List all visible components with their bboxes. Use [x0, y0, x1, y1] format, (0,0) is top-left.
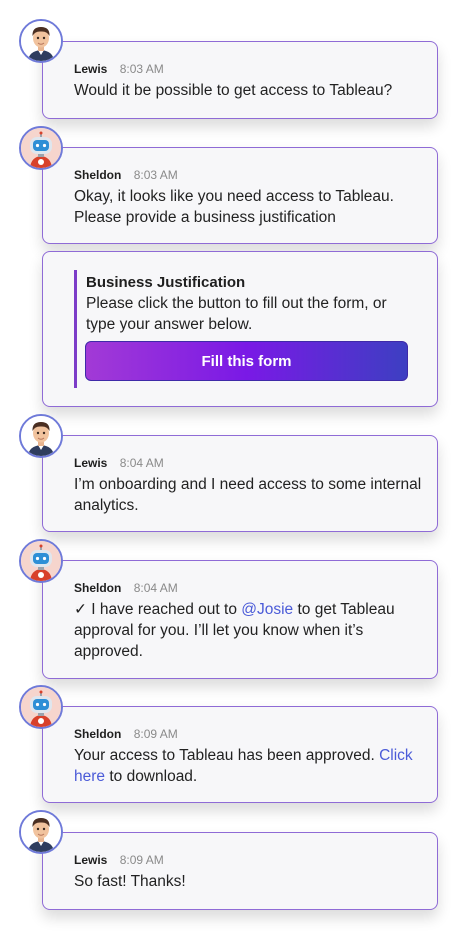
justification-title: Business Justification: [86, 274, 246, 291]
message-text-part: I have reached out to: [87, 601, 242, 618]
lewis-avatar-icon: [19, 414, 63, 458]
sender-name: Lewis: [74, 456, 108, 470]
message-card: Lewis 8:03 AM Would it be possible to ge…: [42, 41, 438, 119]
sender-name: Lewis: [74, 853, 108, 867]
message-card: Sheldon 8:04 AM ✓ I have reached out to …: [42, 560, 438, 679]
message-card: Lewis 8:04 AM I’m onboarding and I need …: [42, 435, 438, 532]
message-time: 8:03 AM: [119, 62, 164, 76]
sender-name: Lewis: [74, 62, 108, 76]
message-text: Would it be possible to get access to Ta…: [74, 82, 393, 99]
message-text-part: Your access to Tableau has been approved…: [74, 747, 380, 764]
message-text: I’m onboarding and I need access to some…: [74, 476, 422, 514]
justification-text: Please click the button to fill out the …: [86, 295, 387, 333]
message-card: Sheldon 8:03 AM Okay, it looks like you …: [42, 147, 438, 244]
robot-avatar-icon: [19, 539, 63, 583]
message-card: Lewis 8:09 AM So fast! Thanks!: [42, 832, 438, 910]
message-time: 8:09 AM: [133, 727, 178, 741]
lewis-avatar-icon: [19, 19, 63, 63]
message-card: Sheldon 8:09 AM Your access to Tableau h…: [42, 706, 438, 803]
sender-name: Sheldon: [74, 168, 122, 182]
sender-name: Sheldon: [74, 581, 122, 595]
accent-bar: [74, 270, 77, 388]
message-time: 8:09 AM: [119, 853, 164, 867]
lewis-avatar-icon: [19, 810, 63, 854]
mention-link[interactable]: @Josie: [241, 601, 293, 618]
message-text: So fast! Thanks!: [74, 873, 186, 890]
message-time: 8:04 AM: [119, 456, 164, 470]
robot-avatar-icon: [19, 685, 63, 729]
message-text: Okay, it looks like you need access to T…: [74, 188, 394, 226]
message-text: Your access to Tableau has been approved…: [74, 745, 424, 787]
check-icon: ✓: [74, 601, 87, 618]
message-text-part: to download.: [105, 768, 198, 785]
fill-form-button[interactable]: Fill this form: [85, 341, 408, 381]
sender-name: Sheldon: [74, 727, 122, 741]
message-time: 8:03 AM: [133, 168, 178, 182]
robot-avatar-icon: [19, 126, 63, 170]
message-text: ✓ I have reached out to @Josie to get Ta…: [74, 599, 424, 662]
message-time: 8:04 AM: [133, 581, 178, 595]
business-justification-card: Business Justification Please click the …: [42, 251, 438, 407]
